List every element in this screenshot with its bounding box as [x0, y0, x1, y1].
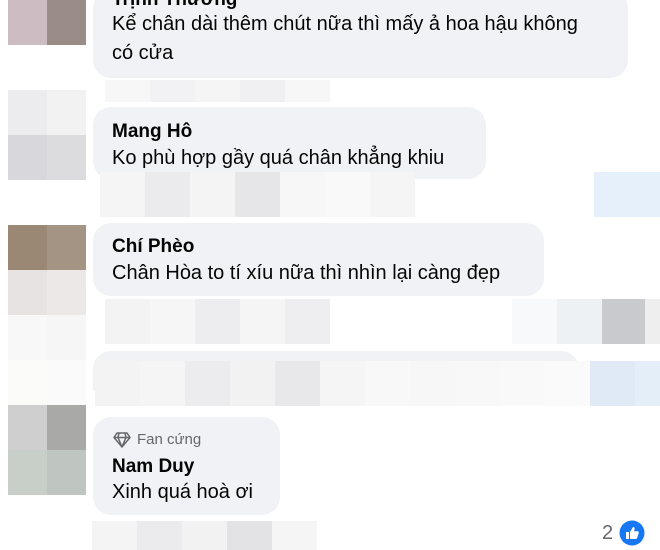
comment-text: Xinh quá hoà ơi — [112, 481, 253, 503]
blurred-patch — [590, 361, 660, 406]
comment-bubble: Chí Phèo Chân Hòa to tí xíu nữa thì nhìn… — [93, 223, 544, 296]
comment-actions-blurred — [105, 80, 330, 102]
avatar[interactable] — [8, 315, 86, 405]
comment-author[interactable]: Chí Phèo — [112, 235, 194, 259]
avatar[interactable] — [8, 0, 86, 45]
comment-actions-blurred — [92, 521, 317, 550]
comment-text: Kể chân dài thêm chút nữa thì mấy ả hoa … — [112, 13, 578, 35]
comment-text: có cửa — [112, 42, 174, 64]
blurred-patch — [594, 172, 660, 217]
badge-label: Fan cứng — [137, 431, 202, 448]
fan-badge: Fan cứng — [113, 431, 201, 448]
avatar[interactable] — [8, 225, 86, 315]
like-icon — [619, 520, 645, 546]
comment-bubble: Mang Hô Ko phù hợp gầy quá chân khẳng kh… — [93, 107, 486, 179]
comment-actions-blurred — [100, 172, 415, 217]
comment-text: Ko phù hợp gầy quá chân khẳng khiu — [112, 147, 445, 169]
avatar[interactable] — [8, 405, 86, 495]
comment-bubble: Fan cứng Nam Duy Xinh quá hoà ơi — [93, 417, 280, 515]
comment-bubble: Trịnh Thương Kể chân dài thêm chút nữa t… — [93, 0, 628, 78]
blurred-patch — [512, 299, 647, 344]
comment-actions-blurred — [105, 299, 330, 344]
comment-author[interactable]: Mang Hô — [112, 120, 192, 144]
diamond-icon — [113, 431, 131, 448]
comment-text: Chân Hòa to tí xíu nữa thì nhìn lại càng… — [112, 262, 501, 284]
reaction-summary[interactable]: 2 — [602, 520, 645, 546]
avatar[interactable] — [8, 90, 86, 180]
reaction-count: 2 — [602, 521, 614, 544]
blurred-patch — [95, 361, 590, 406]
comment-author[interactable]: Nam Duy — [112, 455, 194, 479]
blurred-patch — [645, 299, 660, 344]
